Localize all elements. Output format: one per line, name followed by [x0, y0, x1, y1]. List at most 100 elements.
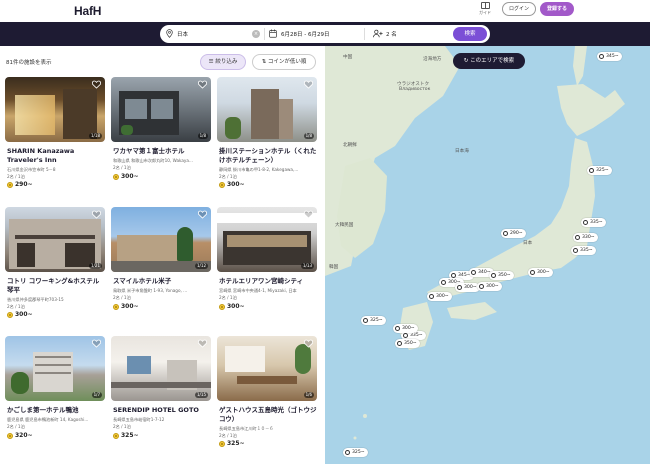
favorite-heart-icon[interactable] [92, 80, 101, 89]
filter-button[interactable]: ☰ 絞り込み [200, 54, 246, 70]
map-price-pin[interactable]: 350~ [489, 271, 514, 280]
favorite-heart-icon[interactable] [198, 80, 207, 89]
favorite-heart-icon[interactable] [92, 210, 101, 219]
search-this-area-button[interactable]: ↻ このエリアで検索 [453, 53, 525, 69]
property-card[interactable]: 1/15 SERENDIP HOTEL GOTO 長崎県五島市岐宿町1-7-12… [111, 336, 211, 456]
property-photo[interactable]: 1/18 [5, 77, 105, 142]
property-price: 300~ [113, 303, 139, 310]
search-this-area-label: このエリアで検索 [470, 58, 515, 64]
property-photo[interactable]: 1/8 [111, 77, 211, 142]
property-photo[interactable]: 1/12 [111, 207, 211, 272]
coin-icon [113, 173, 119, 180]
favorite-heart-icon[interactable] [304, 80, 313, 89]
map-label: Владивосток [399, 87, 431, 92]
property-title[interactable]: ゲストハウス五島時光（ゴトウジコウ） [219, 406, 317, 423]
pin-price: 335~ [580, 248, 593, 253]
property-card[interactable]: 1/18 SHARIN Kanazawa Traveler's Inn 石川県金… [5, 77, 105, 197]
sort-button[interactable]: ⇅ コインが低い順 [252, 54, 316, 70]
carousel-dots [45, 394, 65, 397]
property-address: 宮崎県 宮崎市中央通4-1, Miyazaki, 日本 [219, 288, 297, 293]
property-photo[interactable]: 1/8 [217, 77, 317, 142]
property-title[interactable]: 掛川ステーションホテル（くれたけホテルチェーン） [219, 147, 317, 164]
result-count: 81件の施設を表示 [6, 60, 52, 66]
pin-price: 300~ [486, 284, 499, 289]
favorite-heart-icon[interactable] [198, 210, 207, 219]
search-button[interactable]: 検索 [453, 27, 487, 41]
property-title[interactable]: ホテルエリアワン宮崎シティ [219, 277, 317, 286]
map-price-pin[interactable]: 325~ [587, 166, 612, 175]
map-price-pin[interactable]: 300~ [528, 268, 553, 277]
property-title[interactable]: スマイルホテル米子 [113, 277, 211, 286]
property-card[interactable]: 1/8 ワカヤマ第１富士ホテル 和歌山県 和歌山市次郎丸町10, Wakaya.… [111, 77, 211, 197]
map-price-pin[interactable]: 290~ [501, 229, 526, 238]
map-price-pin[interactable]: 300~ [455, 283, 480, 292]
map-price-pin[interactable]: 335~ [571, 246, 596, 255]
coin-icon [583, 220, 588, 225]
price-value: 325~ [227, 440, 245, 447]
property-card[interactable]: 1/13 ホテルエリアワン宮崎シティ 宮崎県 宮崎市中央通4-1, Miyaza… [217, 207, 317, 327]
favorite-heart-icon[interactable] [304, 339, 313, 348]
favorite-heart-icon[interactable] [92, 339, 101, 348]
map-label: 中国 [343, 55, 353, 60]
divider [364, 28, 365, 40]
coin-icon [7, 432, 13, 439]
location-input[interactable]: 日本 [177, 30, 188, 38]
map-price-pin[interactable]: 325~ [343, 448, 368, 457]
coin-icon [219, 181, 225, 188]
date-range-input[interactable]: 6月28日 - 6月29日 [281, 30, 329, 38]
property-title[interactable]: ワカヤマ第１富士ホテル [113, 147, 211, 156]
property-title[interactable]: SHARIN Kanazawa Traveler's Inn [7, 147, 105, 164]
property-address: 静岡県 掛川市亀の甲1-8-2, Kakegawa,... [219, 167, 299, 172]
login-button[interactable]: ログイン [502, 2, 536, 16]
property-photo[interactable]: 1/7 [5, 336, 105, 401]
coin-icon [113, 303, 119, 310]
favorite-heart-icon[interactable] [198, 339, 207, 348]
property-card[interactable]: 1/12 スマイルホテル米子 鳥取県 米子市角盤町 1-93, Yonago, … [111, 207, 211, 327]
map-price-pin[interactable]: 325~ [361, 316, 386, 325]
pin-price: 335~ [590, 220, 603, 225]
guests-input[interactable]: 2 名 [386, 30, 397, 38]
property-address: 長崎県五島市江川町１０－６ [219, 426, 274, 431]
map-price-pin[interactable]: 345~ [597, 52, 622, 61]
map-price-pin[interactable]: 300~ [427, 292, 452, 301]
coin-icon [479, 284, 484, 289]
property-price: 325~ [219, 440, 245, 447]
carousel-dots [257, 135, 277, 138]
property-photo[interactable]: 1/15 [111, 336, 211, 401]
property-capacity: 2名 / 1泊 [113, 424, 131, 429]
price-value: 300~ [121, 303, 139, 310]
property-card[interactable]: 1/6 ゲストハウス五島時光（ゴトウジコウ） 長崎県五島市江川町１０－６ 2名 … [217, 336, 317, 456]
property-capacity: 2名 / 1泊 [219, 433, 237, 438]
coin-icon [429, 294, 434, 299]
coin-icon [395, 326, 400, 331]
property-photo[interactable]: 1/6 [217, 336, 317, 401]
property-photo[interactable]: 1/21 [5, 207, 105, 272]
property-photo[interactable]: 1/13 [217, 207, 317, 272]
property-card[interactable]: 1/8 掛川ステーションホテル（くれたけホテルチェーン） 静岡県 掛川市亀の甲1… [217, 77, 317, 197]
property-title[interactable]: コトリ コワーキング&ホステル 琴平 [7, 277, 105, 294]
signup-button[interactable]: 登録する [540, 2, 574, 16]
property-title[interactable]: かごしま第一ホテル鴨池 [7, 406, 105, 415]
map-price-pin[interactable]: 300~ [393, 324, 418, 333]
map-panel[interactable]: ウラジオストク Владивосток 中国 沿海地方 日本海 北朝鮮 大韓民国… [325, 46, 650, 464]
photo-counter: 1/21 [89, 263, 102, 269]
map-price-pin[interactable]: 350~ [395, 339, 420, 348]
favorite-heart-icon[interactable] [304, 210, 313, 219]
property-address: 鹿児島県 鹿児島市鴨池新町 14, Kagoshi... [7, 417, 89, 422]
clear-location-icon[interactable]: × [252, 30, 260, 38]
search-band: 日本 × 6月28日 - 6月29日 2 名 検索 [0, 22, 650, 46]
map-price-pin[interactable]: 300~ [477, 282, 502, 291]
coin-icon [530, 270, 535, 275]
sort-label: コインが低い順 [267, 59, 307, 65]
property-card[interactable]: 1/7 かごしま第一ホテル鴨池 鹿児島県 鹿児島市鴨池新町 14, Kagosh… [5, 336, 105, 456]
coin-icon [503, 231, 508, 236]
property-card[interactable]: 1/21 コトリ コワーキング&ホステル 琴平 香川県仲多度郡琴平町703-15… [5, 207, 105, 327]
property-title[interactable]: SERENDIP HOTEL GOTO [113, 406, 211, 415]
coin-icon [219, 440, 225, 447]
price-value: 300~ [227, 303, 245, 310]
guide-link[interactable]: ガイド [478, 2, 492, 16]
property-capacity: 2名 / 1泊 [7, 174, 25, 179]
map-price-pin[interactable]: 335~ [581, 218, 606, 227]
map-price-pin[interactable]: 330~ [573, 233, 598, 242]
hafh-logo[interactable]: HafH [74, 4, 101, 18]
